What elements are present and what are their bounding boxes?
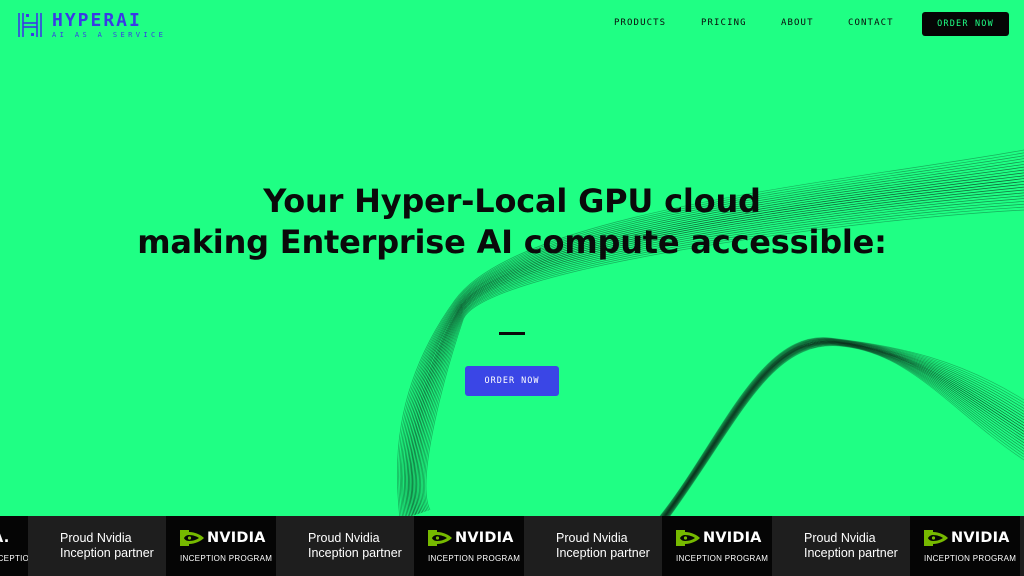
wave-line xyxy=(665,342,1024,517)
nvidia-wordmark: NVIDIA xyxy=(703,530,762,546)
nvidia-eye-icon xyxy=(428,530,452,546)
wave-line xyxy=(662,339,1024,517)
wave-line xyxy=(664,341,1024,517)
nvidia-inception-program: INCEPTION PROGRAM xyxy=(924,554,1017,563)
nav-contact[interactable]: CONTACT xyxy=(848,18,894,28)
wave-line xyxy=(667,343,1024,517)
nvidia-inception-logo: NVIDIA INCEPTION PROGRAM xyxy=(166,516,276,576)
wave-line xyxy=(664,341,1024,517)
nav-pricing[interactable]: PRICING xyxy=(701,18,747,28)
wave-line xyxy=(660,337,1024,517)
wave-line xyxy=(663,340,1024,517)
nvidia-wordmark: A. xyxy=(0,530,10,546)
brand-name: HYPERAI xyxy=(52,10,142,31)
nvidia-inception-logo: A. INCEPTION PROGRAM xyxy=(0,516,81,576)
wave-line xyxy=(660,338,1024,517)
nvidia-eye-icon xyxy=(676,530,700,546)
nvidia-inception-program: INCEPTION PROGRAM xyxy=(428,554,521,563)
wave-line xyxy=(665,342,1024,517)
hero-order-now-button[interactable]: ORDER NOW xyxy=(465,366,559,396)
typing-cursor-dash xyxy=(499,332,525,335)
wave-line xyxy=(669,345,1024,517)
hyperai-logo-icon xyxy=(18,13,42,37)
partner-text: Proud Nvidia Inception partner xyxy=(276,516,414,576)
partner-text: Proud Nvidia Inception partner xyxy=(524,516,662,576)
wave-line xyxy=(662,339,1024,517)
wave-line xyxy=(668,344,1024,517)
wave-line xyxy=(661,338,1024,517)
nav-about[interactable]: ABOUT xyxy=(781,18,814,28)
wave-line xyxy=(669,345,1024,517)
wave-line xyxy=(661,338,1024,517)
wave-line xyxy=(659,337,1024,517)
brand-tagline: AI AS A SERVICE xyxy=(52,31,167,39)
wave-line xyxy=(666,343,1024,517)
nvidia-wordmark: NVIDIA xyxy=(951,530,1010,546)
nvidia-wordmark: NVIDIA xyxy=(455,530,514,546)
partner-text: Proud Nvidia Inception partner xyxy=(772,516,910,576)
wave-line xyxy=(664,340,1024,517)
brand-logo[interactable]: HYPERAI AI AS A SERVICE xyxy=(17,11,166,39)
nav-products[interactable]: PRODUCTS xyxy=(614,18,666,28)
header-order-now-button[interactable]: ORDER NOW xyxy=(922,12,1009,36)
nvidia-inception-logo: NVIDIA INCEPTION PROGRAM xyxy=(414,516,524,576)
wave-line xyxy=(666,342,1024,517)
nvidia-eye-icon xyxy=(924,530,948,546)
hero-headline-line-2: making Enterprise AI compute accessible: xyxy=(137,223,887,261)
nvidia-wordmark: NVIDIA xyxy=(207,530,266,546)
hero-headline-line-1: Your Hyper-Local GPU cloud xyxy=(263,182,761,220)
nvidia-inception-program: INCEPTION PROGRAM xyxy=(180,554,273,563)
partner-text-clipped xyxy=(1020,516,1024,576)
partner-marquee: A. INCEPTION PROGRAM Proud Nvidia Incept… xyxy=(0,516,1024,576)
nvidia-eye-icon xyxy=(180,530,204,546)
hero-headline: Your Hyper-Local GPU cloud making Enterp… xyxy=(0,181,1024,263)
nvidia-inception-logo: NVIDIA INCEPTION PROGRAM xyxy=(910,516,1020,576)
nvidia-inception-logo: NVIDIA INCEPTION PROGRAM xyxy=(662,516,772,576)
wave-line xyxy=(667,343,1024,517)
site-header: HYPERAI AI AS A SERVICE PRODUCTS PRICING… xyxy=(0,0,1024,48)
wave-lines-decoration xyxy=(396,149,1024,521)
partner-text: Proud Nvidia Inception partner xyxy=(28,516,166,576)
wave-line xyxy=(663,340,1024,517)
nvidia-inception-program: INCEPTION PROGRAM xyxy=(676,554,769,563)
wave-line xyxy=(668,344,1024,517)
